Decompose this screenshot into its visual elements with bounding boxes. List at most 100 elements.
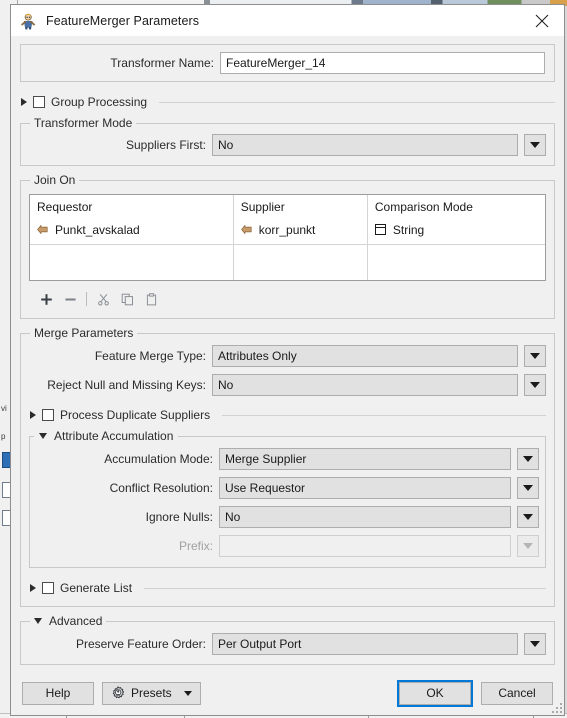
preserve-feature-order-dropdown-button[interactable]: [524, 633, 546, 655]
copy-button[interactable]: [115, 288, 139, 310]
triangle-down-icon: [523, 456, 533, 462]
transformer-name-panel: Transformer Name: FeatureMerger_14: [20, 44, 555, 82]
attribute-icon: [37, 224, 48, 235]
featuremerger-parameters-dialog: FeatureMerger Parameters Transformer Nam…: [10, 4, 565, 716]
presets-gear-icon: [111, 686, 125, 700]
join-on-title: Join On: [30, 173, 80, 187]
chevron-down-icon: [34, 618, 42, 624]
dialog-footer: Help Presets OK Cancel: [11, 671, 564, 715]
featuremerger-icon: [19, 12, 37, 30]
merge-parameters-title: Merge Parameters: [30, 326, 138, 340]
reject-null-keys-select[interactable]: No: [212, 374, 518, 396]
group-processing-label: Group Processing: [51, 95, 148, 109]
column-header-comparison-mode[interactable]: Comparison Mode: [367, 195, 545, 218]
dialog-body: Transformer Name: FeatureMerger_14 Group…: [11, 36, 564, 671]
process-duplicate-suppliers-checkbox[interactable]: [42, 409, 54, 421]
triangle-down-icon: [530, 382, 540, 388]
column-header-requestor[interactable]: Requestor: [30, 195, 234, 218]
chevron-right-icon: [30, 584, 36, 592]
accumulation-mode-dropdown-button[interactable]: [517, 448, 539, 470]
transformer-mode-title: Transformer Mode: [30, 116, 137, 130]
table-header-row: Requestor Supplier Comparison Mode: [30, 195, 545, 218]
background-text-vi: vi: [1, 404, 7, 413]
generate-list-checkbox[interactable]: [42, 582, 54, 594]
reject-null-keys-dropdown-button[interactable]: [524, 374, 546, 396]
presets-label: Presets: [131, 686, 172, 700]
close-icon[interactable]: [520, 5, 564, 36]
attribute-accumulation-header[interactable]: Attribute Accumulation: [34, 429, 179, 443]
preserve-feature-order-select[interactable]: Per Output Port: [212, 633, 518, 655]
presets-button[interactable]: Presets: [102, 681, 201, 705]
paste-button[interactable]: [139, 288, 163, 310]
prefix-label: Prefix:: [178, 539, 213, 553]
group-processing-checkbox[interactable]: [33, 96, 45, 108]
cut-button[interactable]: [91, 288, 115, 310]
cancel-button[interactable]: Cancel: [481, 681, 553, 705]
triangle-down-icon: [530, 142, 540, 148]
chevron-right-icon: [21, 98, 27, 106]
conflict-resolution-dropdown-button[interactable]: [517, 477, 539, 499]
divider: [144, 587, 546, 589]
process-duplicate-suppliers-section[interactable]: Process Duplicate Suppliers: [29, 406, 546, 424]
transformer-mode-group: Transformer Mode Suppliers First: No: [20, 116, 555, 166]
advanced-title: Advanced: [49, 614, 103, 628]
accumulation-mode-select[interactable]: Merge Supplier: [219, 448, 511, 470]
feature-merge-type-dropdown-button[interactable]: [524, 345, 546, 367]
cell-comparison-mode-text: String: [392, 222, 425, 237]
triangle-down-icon: [530, 353, 540, 359]
join-on-table: Requestor Supplier Comparison Mode Punkt…: [30, 195, 545, 280]
join-on-group: Join On Requestor Supplier Comparison Mo…: [20, 173, 555, 319]
ok-button[interactable]: OK: [397, 679, 473, 707]
ignore-nulls-label: Ignore Nulls:: [145, 510, 213, 524]
generate-list-label: Generate List: [60, 581, 133, 595]
table-row-empty[interactable]: [30, 244, 545, 281]
conflict-resolution-label: Conflict Resolution:: [109, 481, 213, 495]
feature-merge-type-label: Feature Merge Type:: [94, 349, 206, 363]
resize-grip[interactable]: [552, 703, 562, 713]
group-processing-section[interactable]: Group Processing: [20, 93, 555, 111]
triangle-down-icon: [523, 543, 533, 549]
triangle-down-icon: [530, 641, 540, 647]
toolbar-separator: [86, 292, 87, 306]
cell-requestor[interactable]: Punkt_avskalad: [30, 218, 234, 245]
triangle-down-icon: [523, 485, 533, 491]
help-button[interactable]: Help: [22, 681, 94, 705]
ignore-nulls-dropdown-button[interactable]: [517, 506, 539, 528]
preserve-feature-order-label: Preserve Feature Order:: [75, 637, 206, 651]
generate-list-section[interactable]: Generate List: [29, 579, 546, 597]
advanced-header[interactable]: Advanced: [30, 614, 107, 628]
divider: [159, 101, 555, 103]
suppliers-first-dropdown-button[interactable]: [524, 134, 546, 156]
triangle-down-icon: [523, 514, 533, 520]
dialog-title: FeatureMerger Parameters: [46, 13, 200, 28]
divider: [222, 414, 546, 416]
column-header-supplier[interactable]: Supplier: [233, 195, 368, 218]
transformer-name-input[interactable]: FeatureMerger_14: [220, 52, 545, 74]
table-row[interactable]: Punkt_avskalad korr_punkt String: [30, 218, 545, 245]
conflict-resolution-select[interactable]: Use Requestor: [219, 477, 511, 499]
transformer-name-label: Transformer Name:: [110, 56, 214, 70]
cell-supplier[interactable]: korr_punkt: [233, 218, 368, 245]
prefix-dropdown-button: [517, 535, 539, 557]
process-duplicate-suppliers-label: Process Duplicate Suppliers: [60, 408, 211, 422]
suppliers-first-select[interactable]: No: [212, 134, 518, 156]
join-on-table-toolbar: [29, 287, 546, 311]
reject-null-keys-label: Reject Null and Missing Keys:: [47, 378, 206, 392]
add-row-button[interactable]: [34, 288, 58, 310]
prefix-input: [219, 535, 511, 557]
ignore-nulls-select[interactable]: No: [219, 506, 511, 528]
feature-merge-type-select[interactable]: Attributes Only: [212, 345, 518, 367]
accumulation-mode-label: Accumulation Mode:: [104, 452, 213, 466]
cell-requestor-empty[interactable]: [30, 244, 234, 280]
cell-requestor-text: Punkt_avskalad: [55, 222, 140, 237]
background-text-p: p: [1, 432, 6, 441]
cell-supplier-empty[interactable]: [233, 244, 368, 280]
cell-comparison-mode[interactable]: String: [367, 218, 545, 245]
cell-comparison-mode-empty[interactable]: [367, 245, 545, 281]
attribute-icon: [240, 224, 252, 235]
dialog-title-bar: FeatureMerger Parameters: [11, 5, 564, 36]
remove-row-button[interactable]: [58, 288, 82, 310]
attribute-accumulation-label: Attribute Accumulation: [54, 429, 174, 443]
merge-parameters-group: Merge Parameters Feature Merge Type: Att…: [20, 326, 555, 607]
join-on-table-container: Requestor Supplier Comparison Mode Punkt…: [29, 194, 546, 281]
